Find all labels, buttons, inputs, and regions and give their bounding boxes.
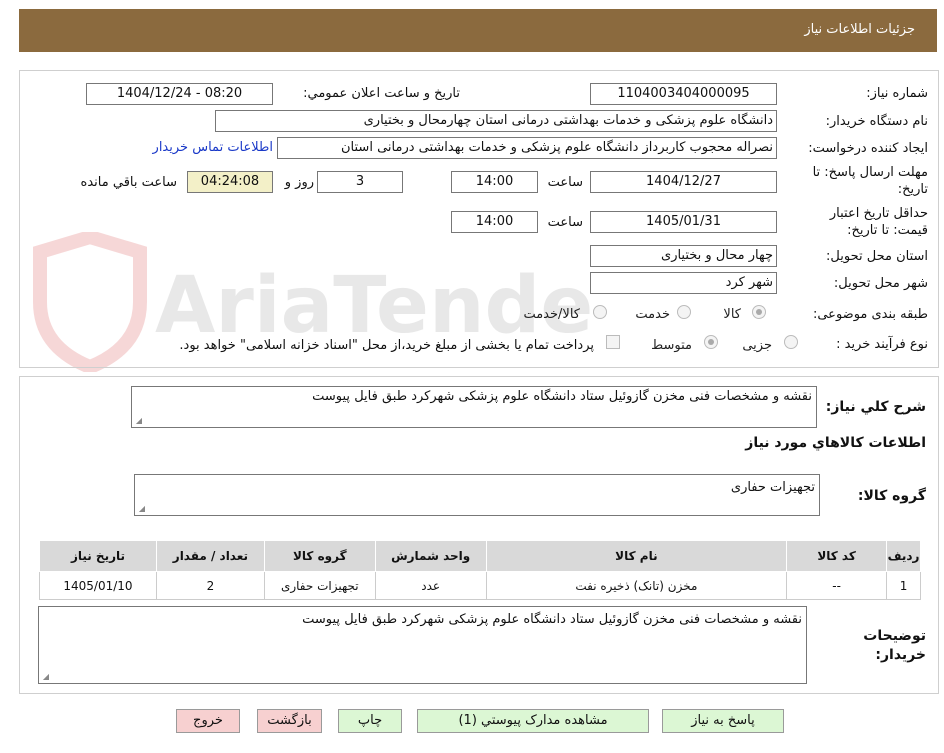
page-title: جزئیات اطلاعات نیاز: [804, 22, 915, 37]
col-header-unit: واحد شمارش: [374, 540, 487, 572]
resize-grip-icon[interactable]: ◢: [41, 673, 49, 681]
goods-section-title: اطلاعات کالاهاي مورد نياز: [745, 435, 926, 451]
print-button[interactable]: چاپ: [338, 709, 402, 733]
table-cell: 2: [155, 571, 265, 600]
page-header: جزئیات اطلاعات نیاز: [19, 9, 937, 52]
goods-table: ردیف کد کالا نام کالا واحد شمارش گروه کا…: [39, 540, 921, 600]
table-cell: عدد: [374, 571, 487, 600]
table-header-row: ردیف کد کالا نام کالا واحد شمارش گروه کا…: [39, 540, 921, 572]
goods-group-textarea[interactable]: تجهیزات حفاری ◢: [134, 474, 820, 516]
requester-label: ایجاد کننده درخواست:: [808, 141, 928, 156]
category-radio-service[interactable]: [677, 305, 691, 319]
requester-field[interactable]: نصراله محجوب کاربرداز دانشگاه علوم پزشکی…: [277, 137, 777, 159]
reply-button[interactable]: پاسخ به نیاز: [662, 709, 784, 733]
validity-date-field[interactable]: 1405/01/31: [590, 211, 777, 233]
reply-time-field[interactable]: 14:00: [451, 171, 538, 193]
reply-time-label: ساعت: [547, 175, 583, 190]
view-documents-button[interactable]: مشاهده مدارک پیوستي (1): [417, 709, 649, 733]
category-label: طبقه بندی موضوعی:: [812, 307, 928, 322]
col-header-code: کد کالا: [786, 540, 888, 572]
buyer-contact-link[interactable]: اطلاعات تماس خریدار: [153, 140, 273, 155]
category-option-goods-service: کالا/خدمت: [523, 307, 580, 322]
table-cell: تجهیزات حفاری: [263, 571, 376, 600]
category-option-service: خدمت: [635, 307, 670, 322]
process-radio-minor[interactable]: [784, 335, 798, 349]
city-label: شهر محل تحویل:: [833, 276, 928, 291]
price-validity-label-1: حداقل تاریخ اعتبار: [829, 206, 928, 221]
col-header-row-num: ردیف: [886, 540, 921, 572]
buyer-org-label: نام دستگاه خریدار:: [825, 114, 928, 129]
need-number-label: شماره نیاز:: [866, 86, 928, 101]
table-cell: مخزن (تانک) ذخیره نفت: [485, 571, 788, 600]
category-radio-goods[interactable]: [752, 305, 766, 319]
process-radio-medium[interactable]: [704, 335, 718, 349]
reply-deadline-label-1: مهلت ارسال پاسخ: تا: [812, 165, 928, 180]
process-option-medium: متوسط: [651, 338, 692, 353]
buyer-notes-textarea[interactable]: نقشه و مشخصات فنی مخزن گازوئیل ستاد دانش…: [38, 606, 807, 684]
goods-group-label: گروه کالا:: [857, 488, 926, 504]
reply-deadline-label-2: تاریخ:: [897, 182, 928, 197]
resize-grip-icon[interactable]: ◢: [137, 505, 145, 513]
back-button[interactable]: بازگشت: [257, 709, 322, 733]
buyer-notes-text: نقشه و مشخصات فنی مخزن گازوئیل ستاد دانش…: [302, 612, 802, 627]
table-cell: 1: [886, 571, 921, 600]
goods-group-text: تجهیزات حفاری: [730, 480, 815, 495]
table-cell: 1405/01/10: [39, 571, 157, 600]
process-label: نوع فرآیند خرید :: [836, 337, 928, 352]
exit-button[interactable]: خروج: [176, 709, 240, 733]
summary-textarea[interactable]: نقشه و مشخصات فنی مخزن گازوئیل ستاد دانش…: [131, 386, 817, 428]
remaining-time-label: ساعت باقي مانده: [80, 175, 177, 190]
reply-date-field[interactable]: 1404/12/27: [590, 171, 777, 193]
validity-time-field[interactable]: 14:00: [451, 211, 538, 233]
province-label: استان محل تحویل:: [826, 249, 928, 264]
col-header-date: تاریخ نیاز: [39, 540, 157, 572]
announce-label: تاریخ و ساعت اعلان عمومي:: [303, 86, 460, 101]
summary-text: نقشه و مشخصات فنی مخزن گازوئیل ستاد دانش…: [312, 389, 812, 404]
category-radio-goods-service[interactable]: [593, 305, 607, 319]
table-cell: --: [786, 571, 888, 600]
price-validity-label-2: قیمت: تا تاریخ:: [847, 223, 928, 238]
announce-field[interactable]: 1404/12/24 - 08:20: [86, 83, 273, 105]
treasury-payment-checkbox[interactable]: [606, 335, 620, 349]
buyer-org-field[interactable]: دانشگاه علوم پزشکی و خدمات بهداشتی درمان…: [215, 110, 777, 132]
reply-days-field[interactable]: 3: [317, 171, 403, 193]
table-row: 1 -- مخزن (تانک) ذخیره نفت عدد تجهیزات ح…: [39, 571, 921, 600]
col-header-name: نام کالا: [485, 540, 788, 572]
need-number-field[interactable]: 1104003404000095: [590, 83, 777, 105]
buyer-notes-label-2: خریدار:: [875, 647, 926, 663]
city-field[interactable]: شهر کرد: [590, 272, 777, 294]
summary-label: شرح كلي نياز:: [825, 399, 926, 415]
col-header-qty: تعداد / مقدار: [155, 540, 265, 572]
treasury-payment-note: پرداخت تمام یا بخشی از مبلغ خرید،از محل …: [179, 338, 594, 353]
validity-time-label: ساعت: [547, 215, 583, 230]
province-field[interactable]: چهار محال و بختیاری: [590, 245, 777, 267]
remaining-time-field: 04:24:08: [187, 171, 273, 193]
category-option-goods: کالا: [723, 307, 741, 322]
process-option-minor: جزیی: [742, 338, 772, 353]
buyer-notes-label-1: توضیحات: [863, 628, 926, 644]
reply-days-label: روز و: [284, 175, 314, 190]
col-header-group: گروه کالا: [263, 540, 376, 572]
resize-grip-icon[interactable]: ◢: [134, 417, 142, 425]
